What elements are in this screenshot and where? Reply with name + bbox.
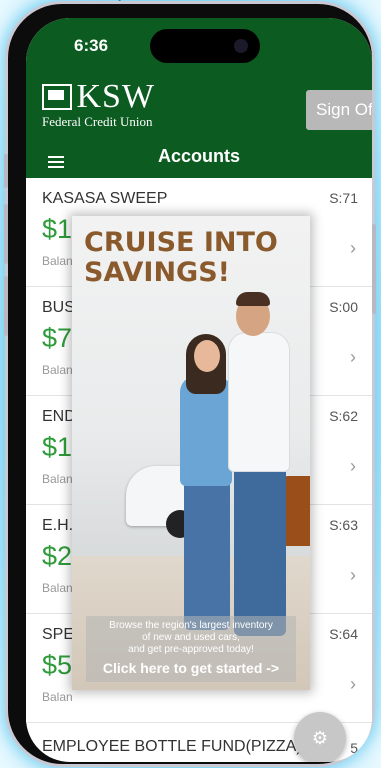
account-name: KASASA SWEEP (42, 190, 168, 207)
account-amount: $1 (42, 214, 73, 244)
ad-cta-link[interactable]: Click here to get started -> (90, 660, 292, 676)
woman-jeans (184, 480, 230, 630)
accessibility-icon[interactable]: ⚙ (294, 712, 346, 762)
app-header: KSW Federal Credit Union Sign Of Account… (26, 68, 372, 178)
account-share-id: S:62 (329, 408, 358, 424)
account-name: END (42, 408, 76, 425)
account-balance-label: Balan (42, 254, 73, 268)
man-shirt (228, 332, 290, 472)
account-share-id: S:00 (329, 299, 358, 315)
ad-caption-box[interactable]: Browse the region's largest inventory of… (86, 616, 296, 682)
account-share-id: S:64 (329, 626, 358, 642)
camera-icon (234, 39, 248, 53)
account-name: SPE (42, 626, 75, 643)
ad-body-line2: of new and used cars, (142, 632, 240, 643)
status-time: 6:36 (74, 36, 109, 55)
phone-volume-up (4, 204, 8, 264)
account-name: E.H. (42, 517, 74, 534)
logo-subtitle: Federal Credit Union (42, 114, 153, 129)
chevron-right-icon: › (350, 238, 356, 258)
dynamic-island (150, 29, 260, 63)
ad-body-line1: Browse the region's largest inventory (109, 620, 273, 631)
account-share-id: S:63 (329, 517, 358, 533)
ad-headline-line1: CRUISE INTO (84, 227, 278, 258)
logo-emblem-icon (42, 84, 72, 110)
account-amount: $7 (42, 323, 73, 353)
phone-side-button (4, 154, 8, 188)
account-amount: $1 (42, 432, 73, 462)
promo-ad-popup[interactable]: CRUISE INTO SAVINGS! Browse the region's… (72, 216, 310, 690)
account-balance-label: Balan (42, 690, 73, 704)
chevron-right-icon: › (350, 674, 356, 694)
logo-text: KSW (76, 78, 156, 115)
phone-frame: 6:36 KSW Federal Credit Union Sign Of Ac… (4, 4, 376, 764)
account-balance-label: Balan (42, 472, 73, 486)
account-name: BUS (42, 299, 75, 316)
phone-volume-down (4, 276, 8, 336)
account-balance-label: Balan (42, 363, 73, 377)
ksw-logo[interactable]: KSW Federal Credit Union (42, 78, 155, 130)
status-bar: 6:36 (26, 18, 372, 68)
account-share-id-partial: 5 (350, 740, 358, 756)
phone-power-button (372, 224, 376, 314)
account-share-id: S:71 (329, 190, 358, 206)
chevron-right-icon: › (350, 347, 356, 367)
man-hair (236, 292, 270, 306)
woman-face (194, 340, 220, 372)
account-amount: $2 (42, 541, 73, 571)
ad-headline-line2: SAVINGS! (84, 257, 230, 288)
ad-body-line3: and get pre-approved today! (128, 644, 254, 655)
account-name-partial[interactable]: EMPLOYEE BOTTLE FUND(PIZZA) (42, 738, 302, 756)
account-balance-label: Balan (42, 581, 73, 595)
man-jeans (234, 466, 286, 636)
ad-headline: CRUISE INTO SAVINGS! (84, 228, 278, 288)
page-title: Accounts (157, 146, 240, 166)
sign-off-button[interactable]: Sign Of (306, 90, 372, 130)
account-amount: $5 (42, 650, 73, 680)
chevron-right-icon: › (350, 565, 356, 585)
chevron-right-icon: › (350, 456, 356, 476)
app-screen: 6:36 KSW Federal Credit Union Sign Of Ac… (26, 18, 372, 762)
